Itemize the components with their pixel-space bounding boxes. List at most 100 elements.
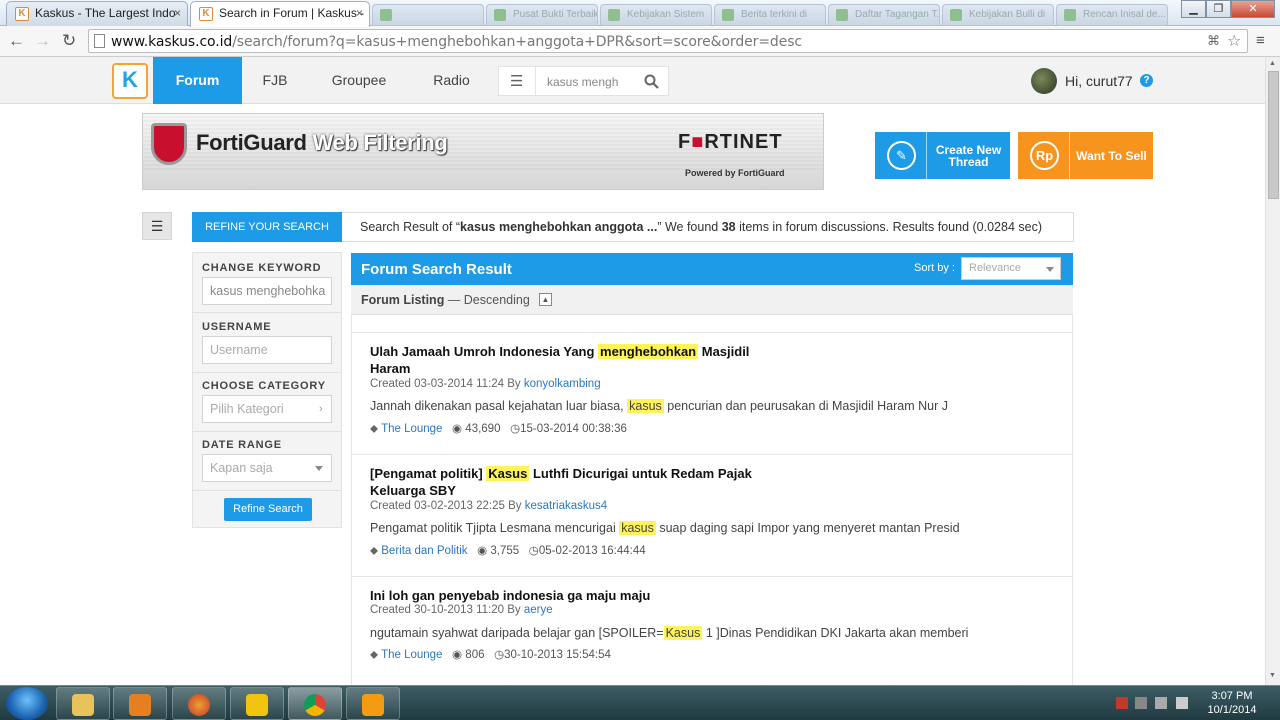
forum-link[interactable]: The Lounge <box>381 649 442 661</box>
page-favicon-icon <box>950 9 962 21</box>
help-icon[interactable]: ? <box>1140 74 1153 87</box>
username-input[interactable]: Username <box>202 336 332 364</box>
close-window-button[interactable]: ✕ <box>1231 0 1275 18</box>
refine-your-search-tab[interactable]: REFINE YOUR SEARCH <box>192 212 342 242</box>
taskbar-firefox[interactable] <box>172 687 226 720</box>
result-title[interactable]: Ini loh gan penyebab indonesia ga maju m… <box>370 587 770 604</box>
taskbar-winamp[interactable] <box>346 687 400 720</box>
tray-flag-icon[interactable] <box>1116 697 1128 709</box>
avatar[interactable] <box>1031 68 1057 94</box>
winamp-icon <box>362 694 384 716</box>
result-stats: ⬥ The Lounge ◉ 43,690 ◷15-03-2014 00:38:… <box>370 423 627 435</box>
background-tab[interactable]: Kebijakan Sistem <box>600 4 712 26</box>
taskbar-clock[interactable]: 3:07 PM 10/1/2014 <box>1196 689 1268 717</box>
date-range-select[interactable]: Kapan saja <box>202 454 332 482</box>
tab-search-forum[interactable]: K Search in Forum | Kaskus - × <box>190 1 370 27</box>
listing-label: Forum Listing <box>361 293 445 307</box>
sidebar-toggle-icon[interactable]: ☰ <box>142 212 172 240</box>
browser-titlebar: K Kaskus - The Largest Indo × K Search i… <box>0 0 1280 27</box>
background-tab[interactable]: Daftar Tagangan T... <box>828 4 940 26</box>
tab-close-icon[interactable]: × <box>174 2 181 25</box>
tab-label: Search in Forum | Kaskus - <box>219 6 365 20</box>
back-arrow-icon[interactable]: ← <box>8 32 25 50</box>
menu-icon[interactable]: ≡ <box>1256 32 1265 50</box>
minimize-button[interactable]: ▁ <box>1181 0 1206 18</box>
chevron-down-icon <box>315 466 323 475</box>
url-domain: www.kaskus.co.id <box>111 34 233 50</box>
sort-select[interactable]: Relevance <box>961 257 1061 280</box>
taskbar-chrome[interactable] <box>288 687 342 720</box>
page-icon <box>94 34 105 48</box>
forward-arrow-icon[interactable]: → <box>34 32 51 50</box>
create-new-thread-button[interactable]: ✎ Create New Thread <box>875 132 1010 179</box>
address-bar[interactable]: www.kaskus.co.id/search/forum?q=kasus+me… <box>88 29 1248 53</box>
keyword-input[interactable]: kasus menghebohka <box>202 277 332 305</box>
scroll-up-icon[interactable]: ▲ <box>1269 60 1276 67</box>
kaskus-logo[interactable]: K <box>112 63 148 99</box>
result-stats: ⬥ Berita dan Politik ◉ 3,755 ◷05-02-2013… <box>370 545 646 557</box>
result-title[interactable]: Ulah Jamaah Umroh Indonesia Yang mengheb… <box>370 343 770 377</box>
firefox-icon <box>188 694 210 716</box>
kaskus-favicon-icon: K <box>15 7 29 21</box>
maximize-button[interactable]: ❐ <box>1206 0 1231 18</box>
scroll-down-icon[interactable]: ▼ <box>1269 672 1276 679</box>
clock-icon: ◷ <box>494 649 505 661</box>
background-tab[interactable]: Rencan Inisal de... <box>1056 4 1168 26</box>
result-stats: ⬥ The Lounge ◉ 806 ◷30-10-2013 15:54:54 <box>370 649 611 661</box>
category-select[interactable]: Pilih Kategori › <box>202 395 332 423</box>
forum-listing-bar: Forum Listing — Descending ▲ <box>351 285 1073 315</box>
tray-network-icon[interactable] <box>1135 697 1147 709</box>
search-input[interactable]: kasus mengh <box>547 75 618 89</box>
refine-search-button[interactable]: Refine Search <box>224 498 312 521</box>
tab-close-icon[interactable]: × <box>356 2 363 25</box>
tab-kaskus-home[interactable]: K Kaskus - The Largest Indo × <box>6 1 188 26</box>
tray-battery-icon[interactable] <box>1155 697 1167 709</box>
background-tab[interactable]: Kebijakan Bulli di <box>942 4 1054 26</box>
author-link[interactable]: konyolkambing <box>524 378 601 390</box>
change-keyword-label: CHANGE KEYWORD <box>202 262 322 274</box>
list-icon[interactable]: ☰ <box>510 72 523 90</box>
page-scrollbar[interactable]: ▲ ▼ <box>1265 57 1280 685</box>
forum-link[interactable]: Berita dan Politik <box>381 545 467 557</box>
page-favicon-icon <box>722 9 734 21</box>
search-icon[interactable] <box>644 74 659 89</box>
scrollbar-thumb[interactable] <box>1268 71 1279 199</box>
sort-label: Sort by : <box>914 262 955 274</box>
clock-date: 10/1/2014 <box>1207 704 1257 716</box>
header-search[interactable]: ☰ kasus mengh <box>498 66 669 96</box>
background-tab[interactable]: Berita terkini di <box>714 4 826 26</box>
eye-icon: ◉ <box>452 423 463 435</box>
author-link[interactable]: aerye <box>524 604 553 616</box>
nav-radio[interactable]: Radio <box>424 57 479 104</box>
background-tab[interactable] <box>372 4 484 26</box>
taskbar-media[interactable] <box>113 687 167 720</box>
result-snippet: Pengamat politik Tjipta Lesmana mencurig… <box>370 521 960 535</box>
page-favicon-icon <box>836 9 848 21</box>
choose-category-label: CHOOSE CATEGORY <box>202 380 326 392</box>
nav-forum[interactable]: Forum <box>153 57 242 104</box>
author-link[interactable]: kesatriakaskus4 <box>525 500 607 512</box>
translate-icon[interactable]: ⌘ <box>1207 33 1220 49</box>
site-header: K Forum FJB Groupee Radio ☰ kasus mengh … <box>0 57 1265 104</box>
forum-link[interactable]: The Lounge <box>381 423 442 435</box>
tray-volume-icon[interactable] <box>1176 697 1188 709</box>
clock-icon: ◷ <box>510 423 521 435</box>
nav-groupee[interactable]: Groupee <box>322 57 396 104</box>
url-path: /search/forum?q=kasus+menghebohkan+anggo… <box>232 34 803 50</box>
want-to-sell-button[interactable]: Rp Want To Sell <box>1018 132 1153 179</box>
nav-fjb[interactable]: FJB <box>252 57 298 104</box>
taskbar-messenger[interactable] <box>230 687 284 720</box>
start-button[interactable] <box>6 687 48 720</box>
results-title: Forum Search Result <box>361 261 512 278</box>
media-player-icon <box>129 694 151 716</box>
result-snippet: Jannah dikenakan pasal kejahatan luar bi… <box>370 399 948 413</box>
fortiguard-shield-icon <box>151 123 187 165</box>
result-title[interactable]: [Pengamat politik] Kasus Luthfi Dicuriga… <box>370 465 770 499</box>
bookmark-star-icon[interactable]: ☆ <box>1227 31 1241 51</box>
user-greeting[interactable]: Hi, curut77 <box>1065 73 1133 89</box>
background-tab[interactable]: Pusat Bukti Terbaik <box>486 4 598 26</box>
reload-icon[interactable]: ↻ <box>62 32 76 50</box>
kaskus-favicon-icon: K <box>199 7 213 21</box>
taskbar-explorer[interactable] <box>56 687 110 720</box>
collapse-toggle-icon[interactable]: ▲ <box>539 293 552 306</box>
